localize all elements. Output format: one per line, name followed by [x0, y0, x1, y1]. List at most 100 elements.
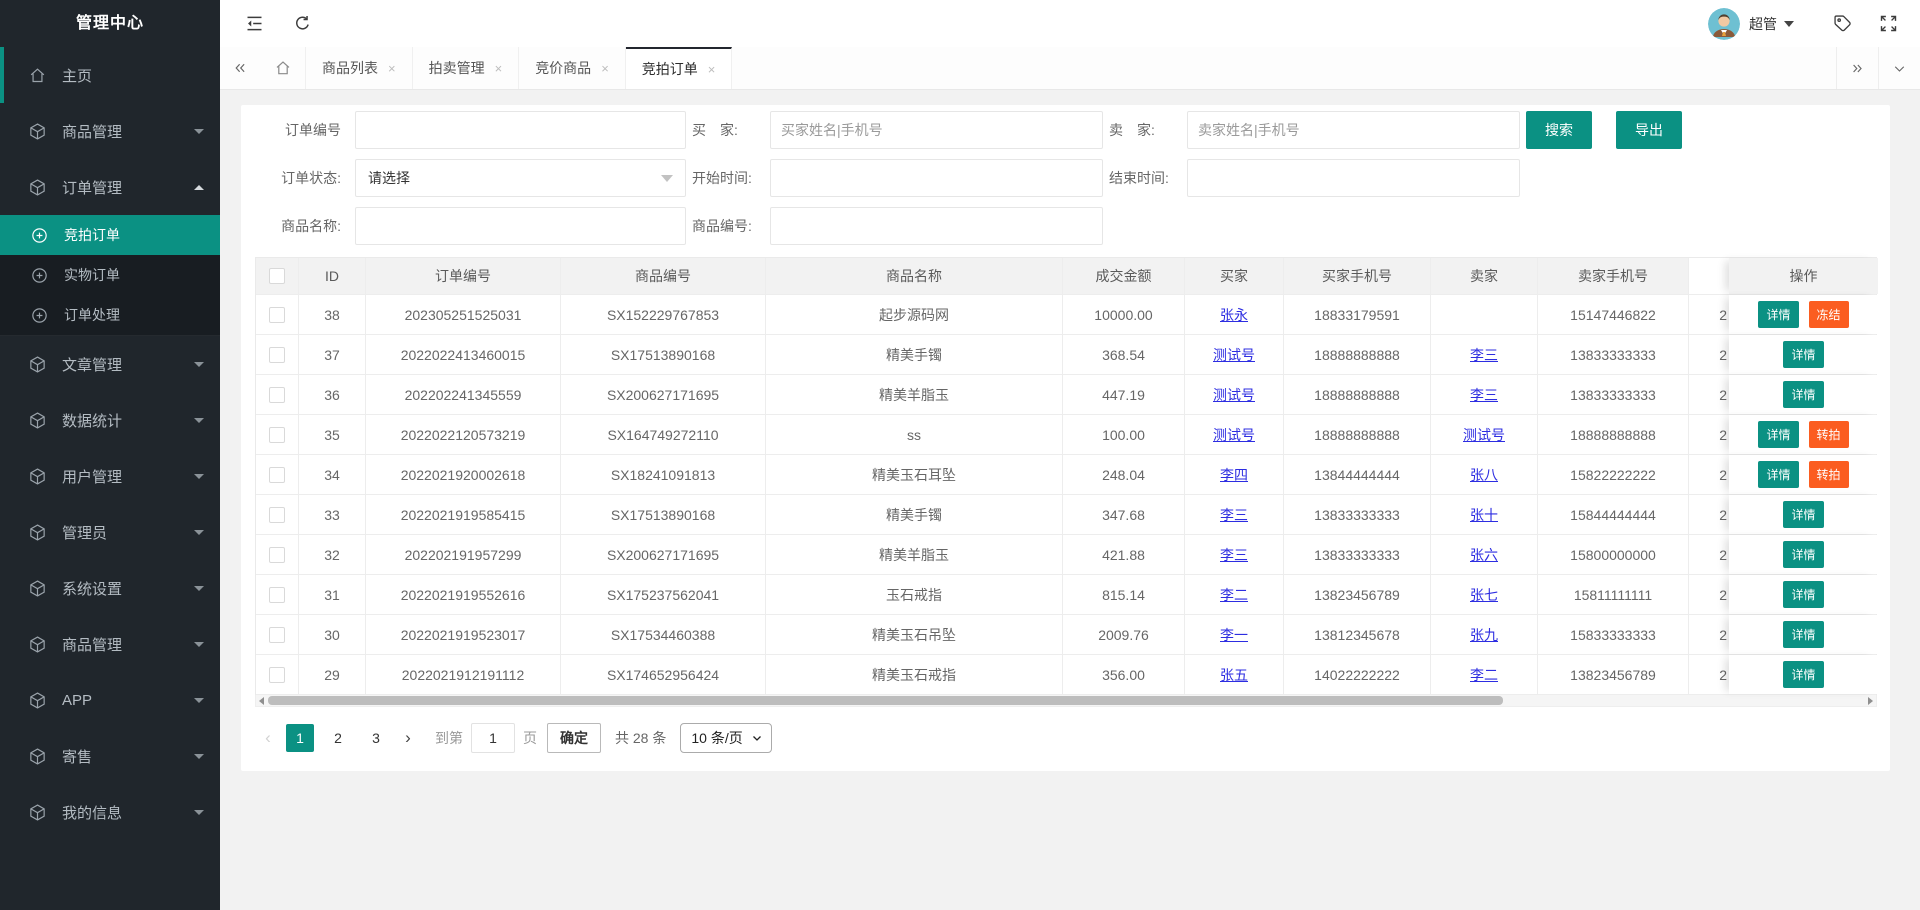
buyer-input[interactable] — [770, 111, 1103, 149]
sidebar-item-竞拍订单[interactable]: 竞拍订单 — [0, 215, 220, 255]
seller-link[interactable]: 张七 — [1470, 585, 1498, 605]
detail-button[interactable]: 详情 — [1758, 461, 1798, 488]
tab-拍卖管理[interactable]: 拍卖管理× — [413, 47, 520, 89]
select-all-checkbox[interactable] — [269, 268, 285, 284]
order-no-input[interactable] — [355, 111, 686, 149]
sidebar-item-实物订单[interactable]: 实物订单 — [0, 255, 220, 295]
detail-button[interactable]: 详情 — [1758, 301, 1798, 328]
end-time-input[interactable] — [1187, 159, 1520, 197]
sidebar-item-商品管理[interactable]: 商品管理 — [0, 103, 220, 159]
sidebar-item-APP[interactable]: APP — [0, 672, 220, 728]
next-page-button[interactable]: › — [395, 728, 421, 748]
row-checkbox[interactable] — [269, 587, 285, 603]
tab-home[interactable] — [260, 47, 306, 89]
buyer-link[interactable]: 张永 — [1220, 305, 1248, 325]
buyer-link[interactable]: 张五 — [1220, 665, 1248, 685]
collapse-sidebar-icon[interactable] — [244, 13, 266, 35]
tabs-scroll-right-icon[interactable] — [1836, 47, 1878, 89]
page-size-select[interactable]: 10 条/页 — [680, 723, 771, 753]
close-tab-icon[interactable]: × — [708, 62, 716, 77]
page-button-1[interactable]: 1 — [286, 724, 314, 752]
sidebar-item-文章管理[interactable]: 文章管理 — [0, 336, 220, 392]
row-checkbox[interactable] — [269, 507, 285, 523]
order-status-select[interactable]: 请选择 — [355, 159, 686, 197]
seller-link[interactable]: 张十 — [1470, 505, 1498, 525]
prev-page-button[interactable]: ‹ — [255, 728, 281, 748]
detail-button[interactable]: 详情 — [1783, 501, 1823, 528]
start-time-input[interactable] — [770, 159, 1103, 197]
sidebar-item-主页[interactable]: 主页 — [0, 47, 220, 103]
buyer-link[interactable]: 李二 — [1220, 585, 1248, 605]
detail-button[interactable]: 详情 — [1783, 621, 1823, 648]
cell-product_name: 精美手镯 — [766, 495, 1063, 534]
detail-button[interactable]: 详情 — [1783, 541, 1823, 568]
resell-button[interactable]: 转拍 — [1809, 461, 1849, 488]
tab-竞拍订单[interactable]: 竞拍订单× — [626, 47, 733, 89]
refresh-icon[interactable] — [292, 13, 314, 35]
user-menu[interactable]: 超管 — [1708, 8, 1794, 40]
scroll-left-arrow-icon[interactable] — [259, 697, 264, 705]
sidebar-item-数据统计[interactable]: 数据统计 — [0, 392, 220, 448]
tabs-menu-icon[interactable] — [1878, 47, 1920, 89]
buyer-link[interactable]: 测试号 — [1213, 425, 1255, 445]
search-button[interactable]: 搜索 — [1526, 111, 1592, 149]
goto-page-input[interactable] — [471, 723, 515, 753]
product-name-input[interactable] — [355, 207, 686, 245]
detail-button[interactable]: 详情 — [1783, 341, 1823, 368]
detail-button[interactable]: 详情 — [1758, 421, 1798, 448]
product-no-input[interactable] — [770, 207, 1103, 245]
sidebar-item-订单管理[interactable]: 订单管理 — [0, 159, 220, 215]
seller-link[interactable]: 张九 — [1470, 625, 1498, 645]
seller-input[interactable] — [1187, 111, 1520, 149]
sidebar-item-订单处理[interactable]: 订单处理 — [0, 295, 220, 335]
row-checkbox[interactable] — [269, 627, 285, 643]
sidebar-item-商品管理[interactable]: 商品管理 — [0, 616, 220, 672]
seller-link[interactable]: 张六 — [1470, 545, 1498, 565]
buyer-link[interactable]: 李三 — [1220, 545, 1248, 565]
sidebar-item-我的信息[interactable]: 我的信息 — [0, 784, 220, 840]
detail-button[interactable]: 详情 — [1783, 581, 1823, 608]
sidebar-item-系统设置[interactable]: 系统设置 — [0, 560, 220, 616]
detail-button[interactable]: 详情 — [1783, 381, 1823, 408]
buyer-link[interactable]: 李三 — [1220, 505, 1248, 525]
sidebar-item-用户管理[interactable]: 用户管理 — [0, 448, 220, 504]
row-checkbox[interactable] — [269, 387, 285, 403]
user-name: 超管 — [1749, 14, 1777, 34]
seller-link[interactable]: 李二 — [1470, 665, 1498, 685]
row-checkbox[interactable] — [269, 467, 285, 483]
seller-link[interactable]: 测试号 — [1463, 425, 1505, 445]
buyer-link[interactable]: 测试号 — [1213, 385, 1255, 405]
tabs-scroll-left-icon[interactable] — [220, 47, 260, 89]
page-button-3[interactable]: 3 — [362, 724, 390, 752]
sidebar-item-寄售[interactable]: 寄售 — [0, 728, 220, 784]
detail-button[interactable]: 详情 — [1783, 661, 1823, 688]
fullscreen-icon[interactable] — [1878, 13, 1900, 35]
tab-竞价商品[interactable]: 竞价商品× — [519, 47, 626, 89]
scrollbar-thumb[interactable] — [268, 696, 1503, 705]
row-checkbox[interactable] — [269, 667, 285, 683]
buyer-link[interactable]: 李四 — [1220, 465, 1248, 485]
tag-icon[interactable] — [1832, 13, 1854, 35]
seller-link[interactable]: 张八 — [1470, 465, 1498, 485]
close-tab-icon[interactable]: × — [495, 61, 503, 76]
confirm-page-button[interactable]: 确定 — [547, 723, 601, 753]
header-seller: 卖家 — [1431, 258, 1538, 294]
tab-商品列表[interactable]: 商品列表× — [306, 47, 413, 89]
close-tab-icon[interactable]: × — [601, 61, 609, 76]
horizontal-scrollbar[interactable] — [255, 695, 1877, 707]
close-tab-icon[interactable]: × — [388, 61, 396, 76]
row-checkbox[interactable] — [269, 347, 285, 363]
buyer-link[interactable]: 测试号 — [1213, 345, 1255, 365]
resell-button[interactable]: 转拍 — [1809, 421, 1849, 448]
page-button-2[interactable]: 2 — [324, 724, 352, 752]
buyer-link[interactable]: 李一 — [1220, 625, 1248, 645]
sidebar-item-管理员[interactable]: 管理员 — [0, 504, 220, 560]
seller-link[interactable]: 李三 — [1470, 345, 1498, 365]
scroll-right-arrow-icon[interactable] — [1868, 697, 1873, 705]
export-button[interactable]: 导出 — [1616, 111, 1682, 149]
row-checkbox[interactable] — [269, 307, 285, 323]
freeze-button[interactable]: 冻结 — [1809, 301, 1849, 328]
seller-link[interactable]: 李三 — [1470, 385, 1498, 405]
row-checkbox[interactable] — [269, 547, 285, 563]
row-checkbox[interactable] — [269, 427, 285, 443]
